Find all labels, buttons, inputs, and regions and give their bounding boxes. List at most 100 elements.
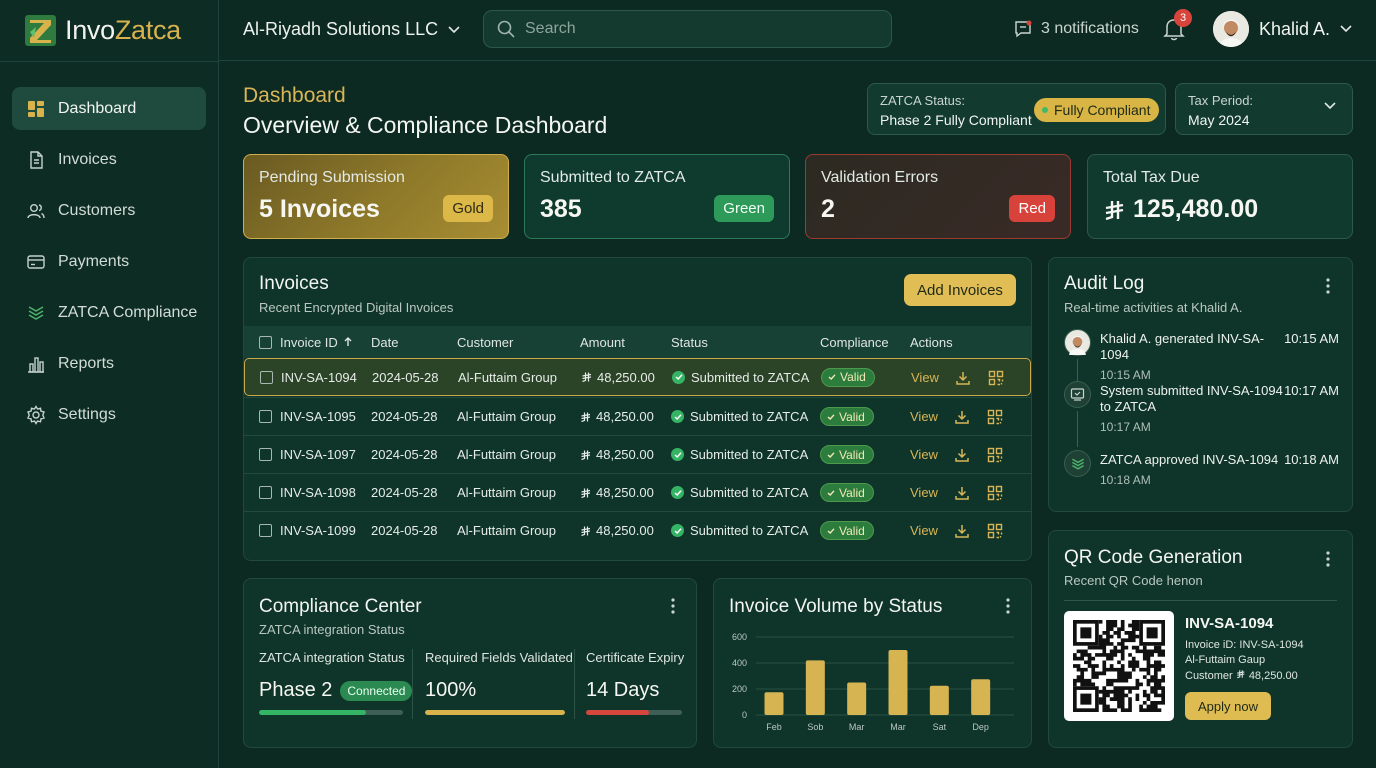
invoice-id-cell[interactable]: INV-SA-1098 [280,474,356,511]
riyal-icon [582,372,592,383]
invoice-id-cell[interactable]: INV-SA-1099 [280,512,356,549]
search-box [483,10,892,48]
view-link[interactable]: View [910,436,938,473]
qr-code-icon[interactable] [987,447,1003,463]
qr-detail-line: Customer 48,250.00 [1185,670,1298,682]
status-cell: Submitted to ZATCA [671,398,808,435]
download-icon[interactable] [954,485,970,501]
invoice-id-cell[interactable]: INV-SA-1094 [281,359,357,395]
chart-bar[interactable] [929,685,949,715]
table-row[interactable]: INV-SA-1098 2024-05-28 Al-Futtaim Group 48,… [244,473,1031,511]
qr-code-image [1064,611,1174,721]
amount-cell: 48,250.00 [580,398,654,435]
column-header-invoice-id[interactable]: Invoice ID [280,326,353,358]
sidebar-item-payments[interactable]: Payments [12,240,206,283]
download-icon[interactable] [955,370,971,386]
total-tax-value: 125,480.00 [1133,195,1259,223]
qr-code-icon[interactable] [987,485,1003,501]
card-icon [27,254,45,269]
table-row[interactable]: INV-SA-1094 2024-05-28 Al-Futtaim Group 48,… [244,358,1031,396]
download-icon[interactable] [954,409,970,425]
notifications-link[interactable]: 3 notifications [1013,19,1139,39]
row-checkbox[interactable] [259,398,272,435]
chart-bar[interactable] [847,682,867,716]
pending-submission-card[interactable]: Pending Submission 5 Invoices Gold [243,154,509,239]
row-checkbox[interactable] [259,436,272,473]
column-header-date[interactable]: Date [371,326,398,358]
chevron-down-icon [448,25,460,33]
validation-errors-card[interactable]: Validation Errors 2 Red [805,154,1071,239]
download-icon[interactable] [954,447,970,463]
total-tax-card[interactable]: Total Tax Due 125,480.00 [1087,154,1353,239]
breadcrumb[interactable]: Dashboard [243,84,346,108]
table-row[interactable]: INV-SA-1097 2024-05-28 Al-Futtaim Group 48,… [244,435,1031,473]
sidebar-item-customers[interactable]: Customers [12,189,206,232]
stat-badge: Gold [443,195,493,222]
check-circle-icon [671,486,684,499]
row-checkbox[interactable] [259,474,272,511]
sidebar-item-zatca-compliance[interactable]: ZATCA Compliance [12,291,206,334]
date-cell: 2024-05-28 [371,485,438,500]
sidebar-item-label: Settings [58,405,116,423]
x-tick-label: Sob [807,722,823,732]
invoice-id-cell[interactable]: INV-SA-1097 [280,436,356,473]
column-header-compliance[interactable]: Compliance [820,326,889,358]
sidebar-item-dashboard[interactable]: Dashboard [12,87,206,130]
customer-cell: Al-Futtaim Group [457,485,556,500]
sidebar-item-reports[interactable]: Reports [12,342,206,385]
add-invoices-button[interactable]: Add Invoices [904,274,1016,306]
panel-subtitle: ZATCA integration Status [259,622,405,637]
chart-bar[interactable] [888,650,908,715]
search-input[interactable] [525,20,865,38]
search-icon [497,20,515,38]
compliance-cell: Valid [820,512,874,549]
apply-now-button[interactable]: Apply now [1185,692,1271,720]
download-icon[interactable] [954,523,970,539]
stat-label: Pending Submission [259,169,405,186]
view-link[interactable]: View [911,359,939,395]
row-checkbox[interactable] [259,512,272,549]
qr-code-panel: QR Code Generation Recent QR Code henon … [1048,530,1353,748]
qr-detail-line: Invoice iD: INV-SA-1094 [1185,639,1304,651]
table-row[interactable]: INV-SA-1095 2024-05-28 Al-Futtaim Group 48,… [244,397,1031,435]
more-options-icon[interactable] [1326,551,1330,567]
chart-bar[interactable] [764,692,784,715]
invoice-id-cell[interactable]: INV-SA-1095 [280,398,356,435]
chevron-down-icon [1324,102,1336,110]
column-header-status[interactable]: Status [671,326,708,358]
view-link[interactable]: View [910,512,938,549]
app-logo[interactable]: InvoZatca [24,13,181,47]
table-row[interactable]: INV-SA-1099 2024-05-28 Al-Futtaim Group 48,… [244,511,1031,549]
date-cell: 2024-05-28 [371,409,438,424]
sidebar-item-settings[interactable]: Settings [12,393,206,436]
column-header-customer[interactable]: Customer [457,326,513,358]
more-options-icon[interactable] [671,598,675,614]
x-tick-label: Dep [972,722,989,732]
select-all-checkbox[interactable] [259,326,272,358]
organization-selector[interactable]: Al-Riyadh Solutions LLC [243,19,460,40]
invoices-header: Invoices Recent Encrypted Digital Invoic… [259,273,453,315]
check-circle-icon [671,410,684,423]
chart-bar[interactable] [971,679,991,715]
tax-period-select[interactable]: Tax Period: May 2024 [1175,83,1353,135]
view-link[interactable]: View [910,398,938,435]
divider [1064,600,1337,601]
view-link[interactable]: View [910,474,938,511]
riyal-icon [581,450,591,460]
column-header-amount[interactable]: Amount [580,326,625,358]
logo-icon [25,14,56,46]
chart-bar[interactable] [805,660,825,715]
qr-code-icon[interactable] [988,370,1004,386]
integration-progress-bar [259,710,403,715]
qr-code-icon[interactable] [987,409,1003,425]
submitted-card[interactable]: Submitted to ZATCA 385 Green [524,154,790,239]
more-options-icon[interactable] [1326,278,1330,294]
panel-title: Invoices [259,273,329,294]
certificate-expiry-value: 14 Days [586,679,660,701]
row-checkbox[interactable] [260,359,273,395]
zatca-status-card: ZATCA Status: Phase 2 Fully Compliant Fu… [867,83,1166,135]
sidebar-item-invoices[interactable]: Invoices [12,138,206,181]
metric-divider [574,649,575,719]
user-menu[interactable]: Khalid A. [1213,11,1352,47]
qr-code-icon[interactable] [987,523,1003,539]
